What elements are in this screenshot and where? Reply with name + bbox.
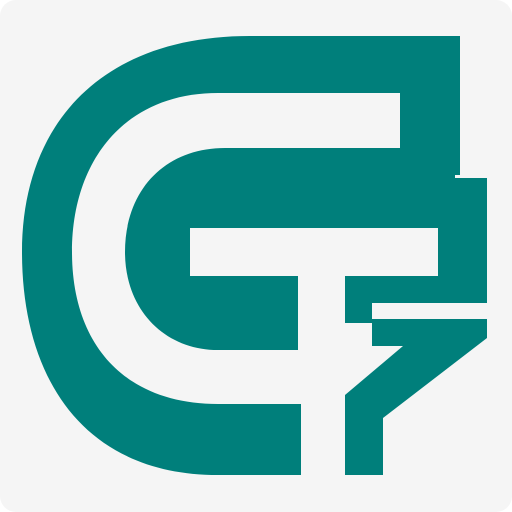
app-icon-svg: [0, 0, 512, 512]
app-icon-tile: [0, 0, 512, 512]
